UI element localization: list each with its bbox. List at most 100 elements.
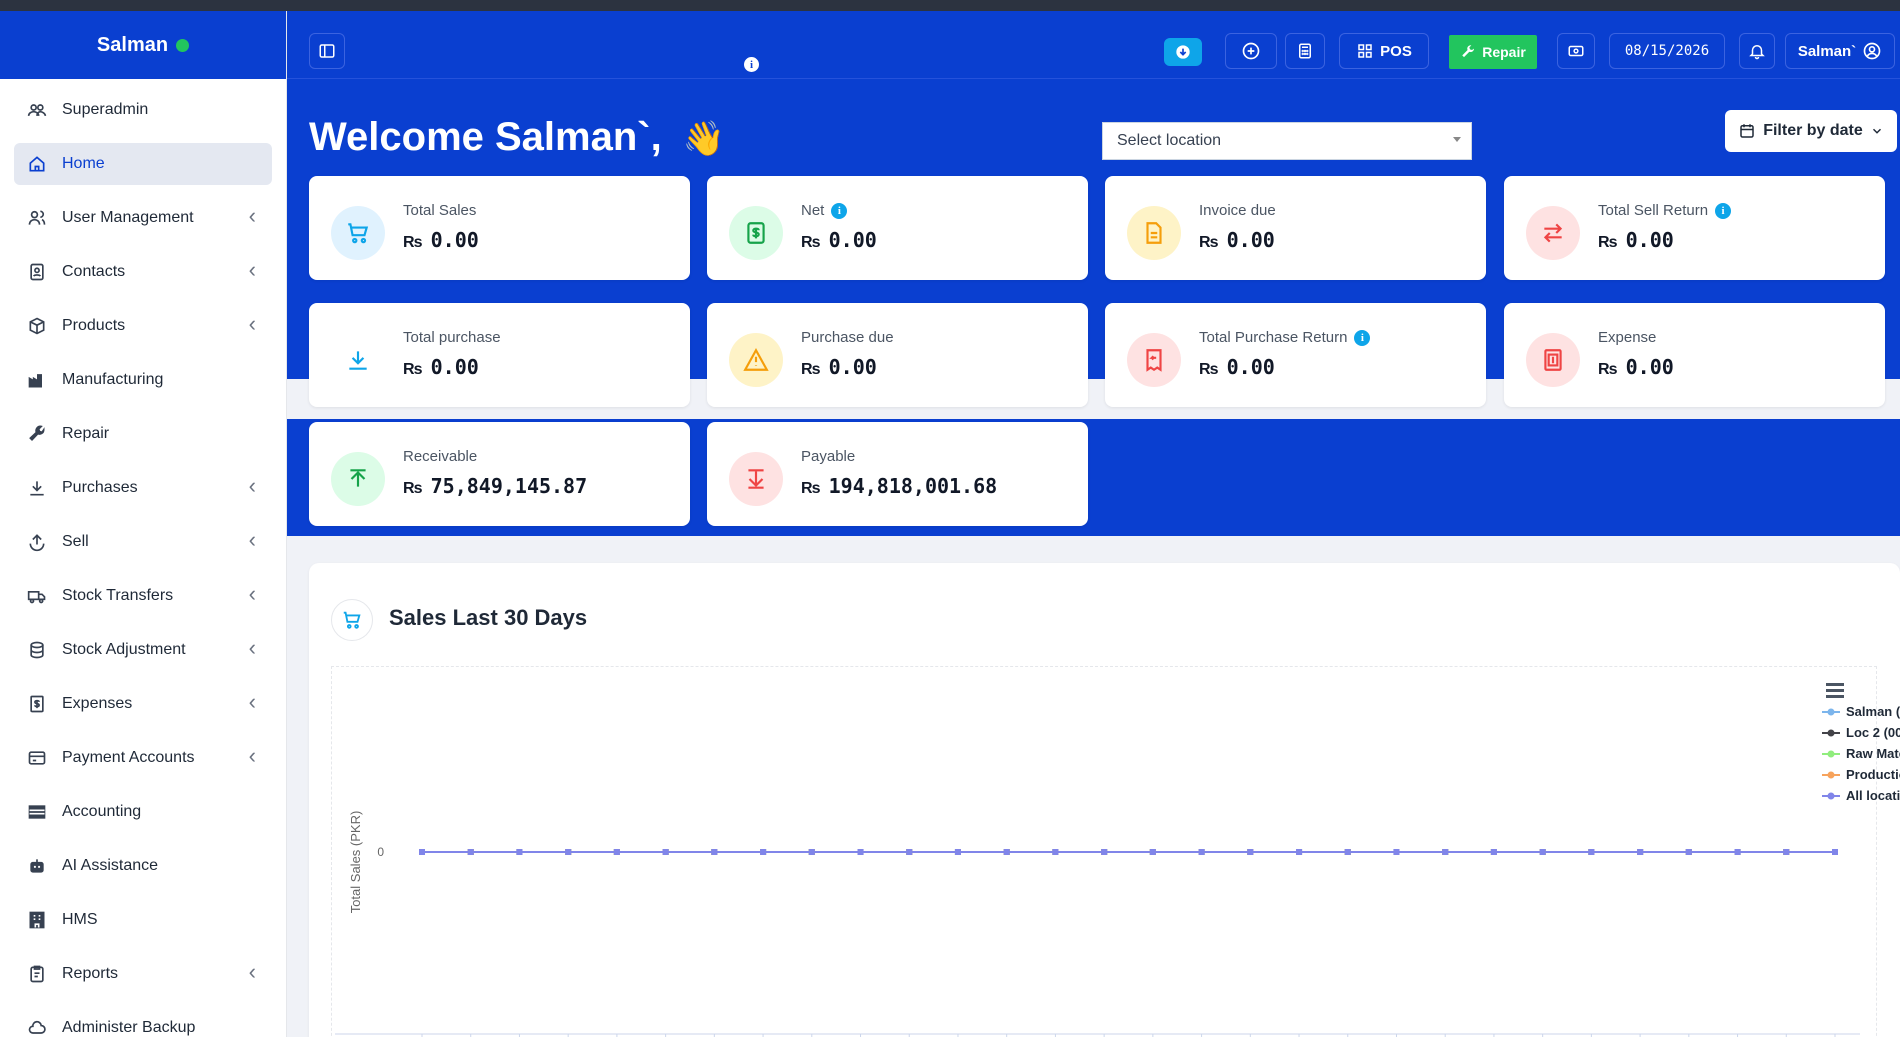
legend-marker <box>1822 708 1840 715</box>
sidebar-item-expenses[interactable]: Expenses ‹ <box>0 677 286 731</box>
stat-card-amount: 0.00 <box>828 228 877 252</box>
legend-item[interactable]: Raw Material Store (Raw Material Store) <box>1822 743 1900 764</box>
sidebar-item-label: Stock Adjustment <box>62 641 186 658</box>
user-circle-icon <box>1863 42 1881 60</box>
stat-card-value: ₨ 0.00 <box>1199 228 1275 252</box>
chevron-left-icon: ‹ <box>248 473 256 498</box>
sidebar-item-products[interactable]: Products ‹ <box>0 299 286 353</box>
sales-last-30-days-panel: Sales Last 30 Days <box>309 563 1900 1037</box>
stat-card-label: Net i <box>801 202 848 219</box>
info-icon[interactable]: i <box>744 57 759 72</box>
chevron-left-icon: ‹ <box>248 689 256 714</box>
add-button[interactable] <box>1225 33 1277 69</box>
credit-card-icon <box>26 747 48 769</box>
chart-menu-button[interactable] <box>1826 683 1844 701</box>
stat-card-total-purchase: Total purchase ₨ 0.00 <box>309 303 690 407</box>
stat-card-amount: 0.00 <box>1226 355 1275 379</box>
main-area: i POS Repair 08/15/2026 Salman` Welcome … <box>287 11 1900 1037</box>
home-icon <box>26 153 48 175</box>
download-button[interactable] <box>1164 38 1202 66</box>
welcome-heading: Welcome Salman`, 👋 <box>309 115 725 160</box>
sidebar-item-contacts[interactable]: Contacts ‹ <box>0 245 286 299</box>
info-icon[interactable]: i <box>1354 329 1371 346</box>
sidebar-item-payment-accounts[interactable]: Payment Accounts ‹ <box>0 731 286 785</box>
waving-hand-icon: 👋 <box>682 120 726 158</box>
sidebar-item-label: Superadmin <box>62 101 149 118</box>
chevron-down-icon <box>1453 137 1461 142</box>
stat-card-value: ₨ 0.00 <box>1598 355 1674 379</box>
info-icon[interactable]: i <box>831 202 848 219</box>
chevron-left-icon: ‹ <box>248 959 256 984</box>
chevron-down-icon <box>1872 128 1881 134</box>
currency-symbol: ₨ <box>801 234 821 251</box>
sidebar-item-administer-backup[interactable]: Administer Backup <box>0 1001 286 1037</box>
legend-item[interactable]: All locations <box>1822 785 1900 806</box>
repair-label: Repair <box>1482 44 1526 60</box>
sidebar-item-purchases[interactable]: Purchases ‹ <box>0 461 286 515</box>
users-icon <box>26 207 48 229</box>
filter-by-date-label: Filter by date <box>1763 122 1863 139</box>
sidebar-nav: Superadmin Home User Management ‹ Contacts ‹ P… <box>0 79 286 1037</box>
sidebar-item-label: AI Assistance <box>62 857 159 874</box>
currency-symbol: ₨ <box>801 361 821 378</box>
legend-item[interactable]: Salman (BL0001) <box>1822 701 1900 722</box>
sidebar-item-repair[interactable]: Repair <box>0 407 286 461</box>
panel-title: Sales Last 30 Days <box>389 605 588 630</box>
stat-card-label-text: Invoice due <box>1199 202 1276 219</box>
legend-label: Loc 2 (0003) <box>1846 725 1900 740</box>
box-icon <box>26 315 48 337</box>
sidebar-item-label: User Management <box>62 209 194 226</box>
sidebar-item-stock-transfers[interactable]: Stock Transfers ‹ <box>0 569 286 623</box>
notifications-button[interactable] <box>1739 33 1775 69</box>
location-select-value: Select location <box>1117 132 1222 149</box>
stat-card-invoice-due: Invoice due ₨ 0.00 <box>1105 176 1486 280</box>
legend-item[interactable]: Loc 2 (0003) <box>1822 722 1900 743</box>
info-icon[interactable]: i <box>1715 202 1732 219</box>
arrow-down-icon <box>729 452 783 506</box>
truck-icon <box>26 585 48 607</box>
toggle-sidebar-button[interactable] <box>309 33 345 69</box>
receipt-icon <box>26 693 48 715</box>
filter-by-date-button[interactable]: Filter by date <box>1725 110 1897 152</box>
arrow-up-icon <box>331 452 385 506</box>
exchange-icon <box>1526 206 1580 260</box>
sidebar-item-stock-adjustment[interactable]: Stock Adjustment ‹ <box>0 623 286 677</box>
repair-button[interactable]: Repair <box>1449 35 1537 69</box>
sidebar-item-superadmin[interactable]: Superadmin <box>0 83 286 137</box>
stat-card-expense: Expense ₨ 0.00 <box>1504 303 1885 407</box>
calculator-button[interactable] <box>1285 33 1325 69</box>
brand[interactable]: Salman <box>0 11 286 79</box>
sidebar-item-manufacturing[interactable]: Manufacturing <box>0 353 286 407</box>
sidebar-item-hms[interactable]: HMS <box>0 893 286 947</box>
legend-marker <box>1822 729 1840 736</box>
legend-item[interactable]: Production (Production) <box>1822 764 1900 785</box>
stat-card-receivable: Receivable ₨ 75,849,145.87 <box>309 422 690 526</box>
sidebar-item-ai-assistance[interactable]: AI Assistance <box>0 839 286 893</box>
welcome-text: Welcome Salman`, <box>309 115 662 159</box>
file-icon <box>1127 206 1181 260</box>
sidebar-item-sell[interactable]: Sell ‹ <box>0 515 286 569</box>
sidebar-item-user-management[interactable]: User Management ‹ <box>0 191 286 245</box>
cash-register-button[interactable] <box>1557 33 1595 69</box>
sidebar: Salman Superadmin Home User Management ‹ Con… <box>0 11 287 1037</box>
stat-card-label: Purchase due <box>801 329 894 346</box>
contact-icon <box>26 261 48 283</box>
currency-symbol: ₨ <box>1598 234 1618 251</box>
date-button[interactable]: 08/15/2026 <box>1609 33 1725 69</box>
user-menu-button[interactable]: Salman` <box>1785 33 1895 69</box>
sidebar-item-reports[interactable]: Reports ‹ <box>0 947 286 1001</box>
location-select[interactable]: Select location <box>1102 122 1472 160</box>
stat-card-amount: 0.00 <box>1625 355 1674 379</box>
sidebar-toggle-icon <box>319 44 335 58</box>
stat-card-value: ₨ 194,818,001.68 <box>801 474 997 498</box>
pos-button[interactable]: POS <box>1339 33 1429 69</box>
sidebar-item-home[interactable]: Home <box>14 143 272 185</box>
window-top-strip <box>0 0 1900 11</box>
receipt-money-icon <box>1526 333 1580 387</box>
receipt-return-icon <box>1127 333 1181 387</box>
report-icon <box>26 963 48 985</box>
upload-icon <box>26 531 48 553</box>
bell-icon <box>1749 45 1765 60</box>
stat-card-amount: 0.00 <box>1625 228 1674 252</box>
sidebar-item-accounting[interactable]: Accounting <box>0 785 286 839</box>
